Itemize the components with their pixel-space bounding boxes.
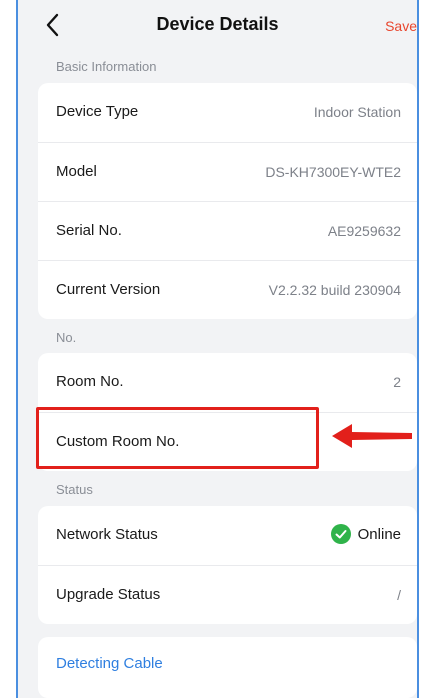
row-value: 2 xyxy=(393,374,401,390)
status-card: Network Status Online Upgrade Status / xyxy=(38,506,417,624)
row-value: DS-KH7300EY-WTE2 xyxy=(265,164,401,180)
row-upgrade-status[interactable]: Upgrade Status / xyxy=(38,565,417,624)
row-label: Current Version xyxy=(56,281,161,298)
row-label: Model xyxy=(56,163,97,180)
page-title: Device Details xyxy=(156,14,279,34)
highlight-box-annotation xyxy=(36,407,319,469)
network-status-value: Online xyxy=(357,525,401,543)
red-arrow-annotation xyxy=(332,424,412,448)
row-current-version: Current Version V2.2.32 build 230904 xyxy=(38,260,417,319)
row-room-no[interactable]: Room No. 2 xyxy=(38,353,417,412)
basic-information-card: Device Type Indoor Station Model DS-KH73… xyxy=(38,83,417,319)
row-value: AE9259632 xyxy=(327,223,401,239)
top-nav-bar: Device Details Save xyxy=(18,0,417,50)
row-network-status: Network Status Online xyxy=(38,506,417,565)
section-label-status: Status xyxy=(56,482,93,497)
section-label-basic-information: Basic Information xyxy=(56,59,157,74)
row-label: Serial No. xyxy=(56,222,122,239)
check-circle-icon xyxy=(330,524,351,544)
row-label: Device Type xyxy=(56,103,139,120)
row-serial-no: Serial No. AE9259632 xyxy=(38,201,417,260)
row-value: V2.2.32 build 230904 xyxy=(268,282,401,298)
row-value: / xyxy=(397,587,401,603)
row-device-type: Device Type Indoor Station xyxy=(38,83,417,142)
row-model: Model DS-KH7300EY-WTE2 xyxy=(38,142,417,201)
row-label: Network Status xyxy=(56,526,158,543)
section-label-no: No. xyxy=(56,330,77,345)
app-frame: Device Details Save Basic Information De… xyxy=(16,0,419,698)
network-status-indicator: Online xyxy=(330,524,401,544)
save-button[interactable]: Save xyxy=(385,18,417,34)
row-value: Indoor Station xyxy=(313,104,401,120)
row-label: Upgrade Status xyxy=(56,586,161,603)
detecting-cable-link[interactable]: Detecting Cable xyxy=(56,655,163,672)
detecting-cable-card: Detecting Cable xyxy=(38,637,417,698)
row-label: Room No. xyxy=(56,373,124,390)
